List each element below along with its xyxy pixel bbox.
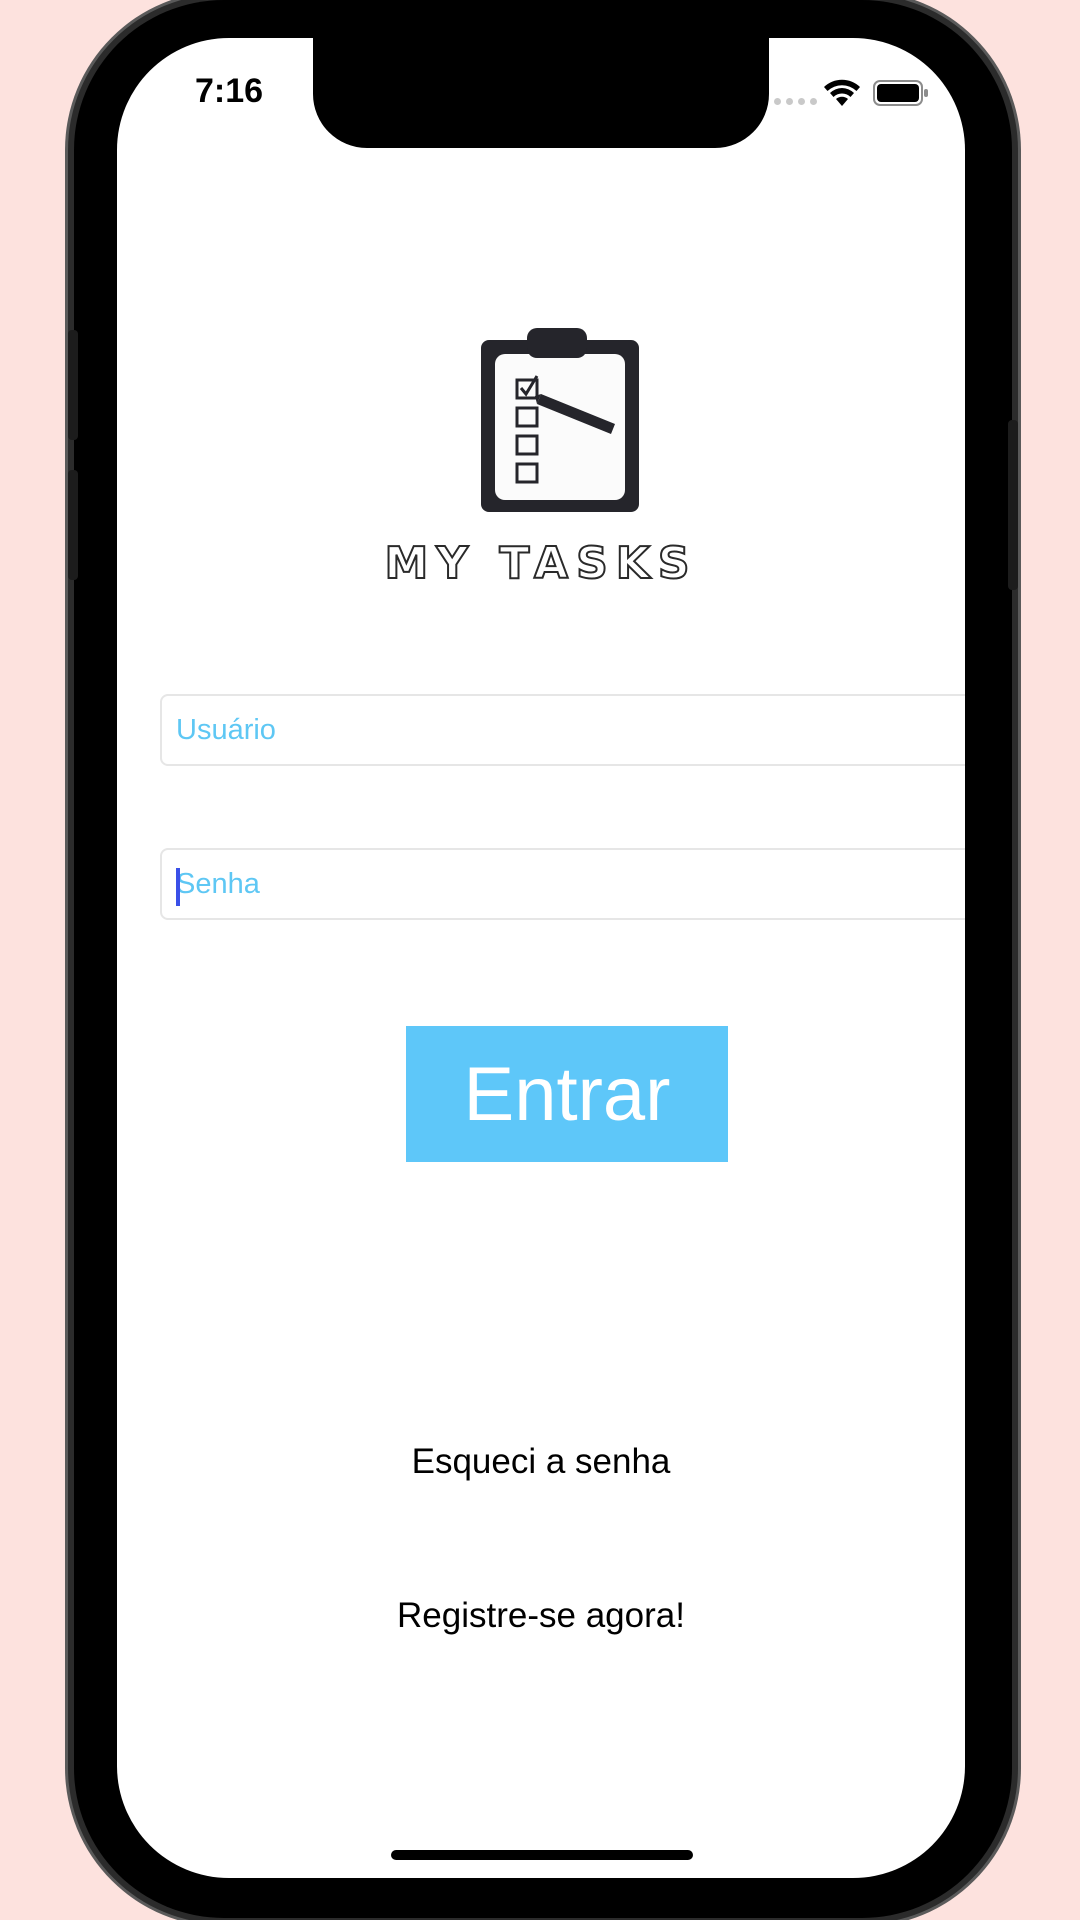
username-input[interactable]	[162, 696, 965, 764]
notch	[313, 38, 769, 148]
status-time: 7:16	[195, 72, 264, 110]
side-button	[68, 330, 78, 440]
page: 7:16 MY TASKS Usuário Entrar Esqueci a s…	[0, 0, 1080, 1920]
cellular-signal-icon	[774, 98, 817, 105]
phone-screen: 7:16 MY TASKS Usuário Entrar Esqueci a s…	[117, 38, 965, 1878]
wifi-icon	[824, 79, 860, 106]
battery-icon	[873, 80, 928, 106]
side-button	[1008, 420, 1018, 590]
side-button	[68, 470, 78, 580]
password-field-container	[160, 848, 965, 920]
register-link[interactable]: Registre-se agora!	[117, 1596, 965, 1636]
home-indicator	[391, 1850, 693, 1860]
app-logo-text: MY TASKS	[383, 537, 698, 590]
username-field-container	[160, 694, 965, 766]
forgot-password-link[interactable]: Esqueci a senha	[117, 1442, 965, 1482]
login-button[interactable]: Entrar	[406, 1026, 728, 1162]
password-input[interactable]	[162, 850, 965, 918]
clipboard-checklist-icon	[481, 328, 639, 512]
text-caret	[176, 868, 180, 906]
